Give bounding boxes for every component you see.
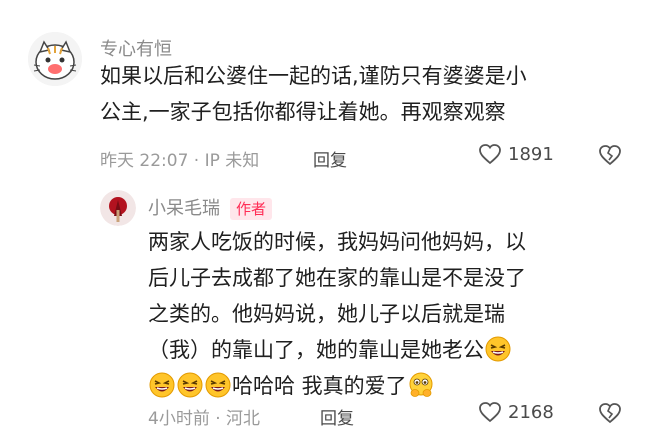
comment-like-button[interactable]: 1891 [478, 143, 554, 165]
laughing-emoji-icon [177, 372, 203, 398]
comment-text-line-1: 如果以后和公婆住一起的话,谨防只有婆婆是小 [100, 64, 527, 88]
author-avatar[interactable] [100, 190, 136, 226]
reply-text-line-5-row: 哈哈哈 我真的爱了 [148, 368, 435, 404]
reply-timestamp-location: 4小时前 · 河北 [148, 409, 261, 429]
author-badge: 作者 [230, 198, 273, 220]
laughing-emoji-icon [205, 372, 231, 398]
comment-like-count: 1891 [508, 143, 554, 165]
laughing-emoji-icon [485, 336, 511, 362]
broken-heart-icon [599, 403, 621, 424]
reply-text-line-1: 两家人吃饭的时候，我妈妈问他妈妈，以 [148, 230, 526, 254]
reply-dislike-button[interactable] [598, 402, 622, 428]
comment-dislike-button[interactable] [598, 144, 622, 170]
comment-reply-button[interactable]: 回复 [313, 146, 347, 171]
reply-reply-button[interactable]: 回复 [320, 404, 354, 429]
reply-text-line-5: 哈哈哈 我真的爱了 [232, 374, 407, 398]
heart-outline-icon [479, 144, 501, 165]
reply-like-count: 2168 [508, 401, 554, 423]
comment-timestamp-location: 昨天 22:07 · IP 未知 [100, 151, 260, 171]
author-username-row: 小呆毛瑞 作者 [148, 194, 273, 220]
reply-text-line-2: 后儿子去成都了她在家的靠山是不是没了 [148, 266, 526, 290]
reply-like-button[interactable]: 2168 [478, 401, 554, 423]
reply-text-line-4: （我）的靠山了，她的靠山是她老公 [148, 338, 484, 362]
broken-heart-icon [599, 145, 621, 166]
author-avatar-icon [100, 190, 136, 226]
heart-outline-icon [479, 402, 501, 423]
author-username[interactable]: 小呆毛瑞 [148, 198, 220, 219]
comment-text-line-2: 公主,一家子包括你都得让着她。再观察观察 [100, 100, 506, 124]
reply-text-line-4-row: （我）的靠山了，她的靠山是她老公 [148, 332, 512, 368]
commenter-avatar[interactable] [28, 32, 82, 86]
laughing-emoji-icon [149, 372, 175, 398]
touched-emoji-icon [409, 372, 433, 397]
reply-text-line-3: 之类的。他妈妈说，她儿子以后就是瑞 [148, 302, 505, 326]
tiger-avatar-icon [28, 32, 82, 86]
